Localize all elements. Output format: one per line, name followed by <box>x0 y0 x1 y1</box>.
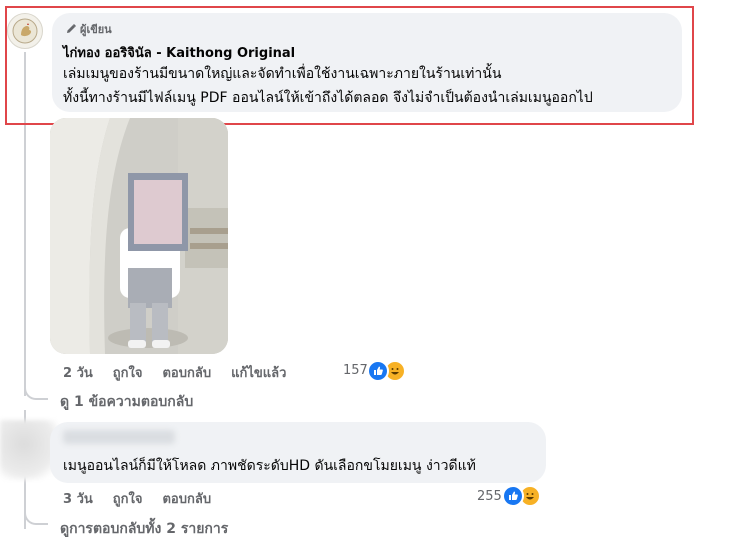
comment-text: เมนูออนไลน์ก็มีให้โหลด ภาพชัดระดับHD ดัน… <box>63 458 476 474</box>
reaction-count[interactable]: 255 <box>477 489 502 504</box>
thread-connector <box>24 505 48 525</box>
like-button[interactable]: ถูกใจ <box>113 488 143 509</box>
edited-label[interactable]: แก้ไขแล้ว <box>231 362 286 383</box>
comment-actions: 3 วัน ถูกใจ ตอบกลับ <box>63 488 231 509</box>
comment-actions: 2 วัน ถูกใจ ตอบกลับ แก้ไขแล้ว <box>63 362 306 383</box>
view-replies-link[interactable]: ดู 1 ข้อความตอบกลับ <box>60 391 193 413</box>
like-reaction-icon <box>367 360 389 382</box>
like-button[interactable]: ถูกใจ <box>113 362 143 383</box>
reaction-count[interactable]: 157 <box>343 363 368 378</box>
reply-button[interactable]: ตอบกลับ <box>162 362 211 383</box>
more-replies-link[interactable]: ดูการตอบกลับทั้ง 2 รายการ <box>60 518 228 540</box>
photo-image <box>50 118 228 354</box>
reaction-icons[interactable] <box>367 360 406 382</box>
comment-time[interactable]: 2 วัน <box>63 362 93 383</box>
like-reaction-icon <box>502 485 524 507</box>
reaction-icons[interactable] <box>502 485 541 507</box>
highlight-box <box>5 6 694 125</box>
blurred-commenter-name[interactable] <box>63 430 175 444</box>
reply-button[interactable]: ตอบกลับ <box>162 488 211 509</box>
comment-time[interactable]: 3 วัน <box>63 488 93 509</box>
thread-connector <box>24 380 48 400</box>
comment-photo[interactable] <box>50 118 228 354</box>
